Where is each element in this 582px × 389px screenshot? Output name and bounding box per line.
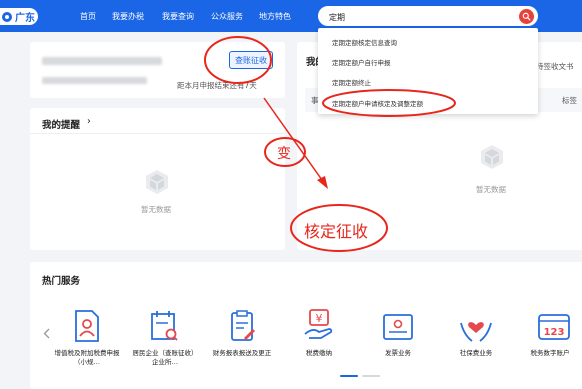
- search-box[interactable]: 定期: [318, 6, 538, 26]
- chevron-left-icon[interactable]: [43, 328, 50, 339]
- digital-123-icon[interactable]: 123: [536, 309, 572, 345]
- filing-deadline-text: 距本月申报结束还有7天: [177, 81, 257, 90]
- divider: [30, 133, 285, 134]
- service-label[interactable]: 财务报表报送及更正: [207, 349, 277, 358]
- search-button[interactable]: [519, 9, 534, 24]
- reminder-title[interactable]: 我的提醒: [42, 117, 80, 131]
- svg-text:123: 123: [544, 327, 565, 338]
- person-doc-icon[interactable]: [68, 308, 104, 344]
- service-label[interactable]: 发票业务: [363, 349, 433, 358]
- service-label[interactable]: 税务数字账户: [518, 349, 582, 358]
- suggestion-item[interactable]: 定期定额终止: [332, 77, 371, 87]
- region-label: 广东: [15, 13, 35, 24]
- nav-home[interactable]: 首页: [80, 11, 96, 22]
- annotation-result: 核定征收: [304, 222, 369, 241]
- nav-local-feature[interactable]: 地方特色: [259, 11, 291, 22]
- suggestion-item[interactable]: 定期定额户自行申报: [332, 57, 391, 67]
- chevron-right-icon[interactable]: ›: [87, 116, 91, 127]
- service-label[interactable]: 税费缴纳: [284, 349, 354, 358]
- carousel-dot-active[interactable]: [340, 375, 358, 377]
- service-label[interactable]: 居民企业（查账征收）企业所…: [130, 349, 200, 367]
- empty-box-icon: [146, 170, 168, 194]
- pending-docs-link[interactable]: 待签收文书: [536, 61, 574, 72]
- reminder-empty-text: 暂无数据: [141, 205, 171, 214]
- blurred-tax-id: [42, 77, 147, 84]
- suggestion-item[interactable]: 定期定额核定信息查询: [332, 37, 397, 47]
- search-suggestions: 定期定额核定信息查询 定期定额户自行申报 定期定额终止 定期定额户申请核定及调整…: [318, 28, 538, 114]
- annotation-change: 变: [277, 146, 291, 162]
- svg-text:¥: ¥: [316, 312, 323, 325]
- right-empty-text: 暂无数据: [476, 185, 506, 194]
- yuan-hand-icon[interactable]: ¥: [301, 307, 337, 343]
- location-pin-icon: [2, 11, 12, 22]
- carousel-dot[interactable]: [362, 375, 380, 377]
- region-logo[interactable]: 广东: [0, 8, 38, 25]
- nav-tax-handling[interactable]: 我要办税: [112, 11, 144, 22]
- suggestion-item[interactable]: 定期定额户申请核定及调整定额: [332, 98, 423, 108]
- empty-box-icon: [481, 145, 503, 169]
- search-input[interactable]: 定期: [329, 12, 345, 23]
- nav-public-service[interactable]: 公众服务: [211, 11, 243, 22]
- invoice-icon[interactable]: [380, 309, 416, 345]
- hot-services-title: 热门服务: [42, 276, 81, 287]
- heart-hands-icon[interactable]: [458, 309, 494, 345]
- service-label[interactable]: 增值税及附加税费申报（小规…: [52, 349, 122, 367]
- search-icon: [522, 12, 531, 21]
- service-label[interactable]: 社保费业务: [441, 349, 511, 358]
- right-card-tab[interactable]: 标签: [562, 95, 577, 106]
- nav-query[interactable]: 我要查询: [162, 11, 194, 22]
- levy-method-button[interactable]: 查账征收: [229, 51, 273, 69]
- calendar-search-icon[interactable]: [146, 308, 182, 344]
- blurred-company-name: [42, 57, 162, 65]
- clipboard-edit-icon[interactable]: [224, 308, 260, 344]
